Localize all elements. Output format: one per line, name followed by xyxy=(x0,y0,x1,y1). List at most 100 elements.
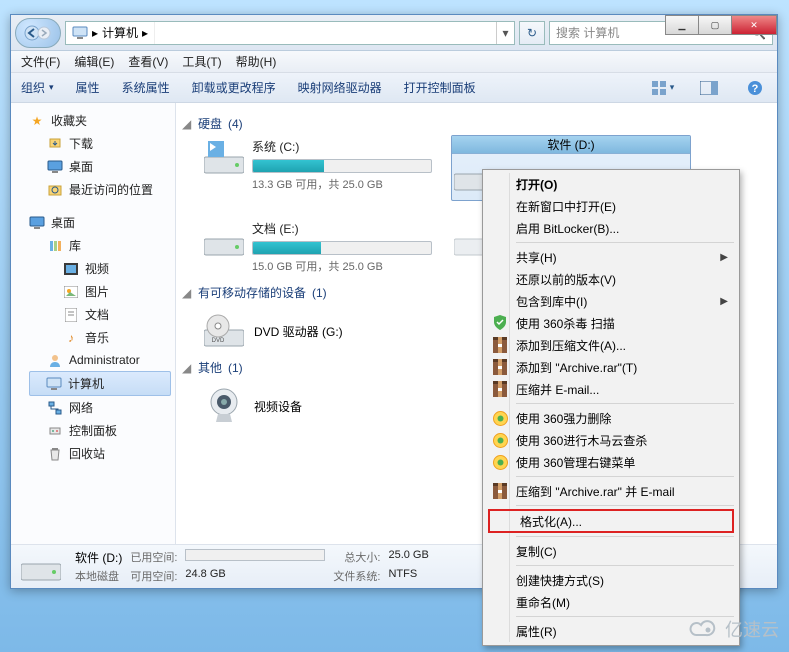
minimize-button[interactable]: ▁ xyxy=(665,15,699,35)
sidebar-pictures[interactable]: 图片 xyxy=(11,280,175,303)
ctx-label: 使用 360进行木马云查杀 xyxy=(516,432,647,449)
sidebar-libraries[interactable]: 库 xyxy=(11,234,175,257)
refresh-button[interactable]: ↻ xyxy=(519,21,545,45)
close-button[interactable]: ✕ xyxy=(731,15,777,35)
ctx-item-4[interactable]: 共享(H) ▶ xyxy=(486,246,736,268)
ctx-item-12[interactable]: 使用 360强力删除 xyxy=(486,407,736,429)
menu-tools[interactable]: 工具(T) xyxy=(182,53,221,70)
sidebar-downloads[interactable]: 下载 xyxy=(11,132,175,155)
sidebar-desktop[interactable]: 桌面 xyxy=(11,211,175,234)
preview-pane-icon[interactable] xyxy=(697,78,721,98)
ctx-item-22[interactable]: 创建快捷方式(S) xyxy=(486,569,736,591)
submenu-arrow-icon: ▶ xyxy=(720,252,728,263)
details-total-val: 25.0 GB xyxy=(388,549,428,566)
ctx-label: 格式化(A)... xyxy=(520,513,582,530)
sidebar-favorites[interactable]: ★收藏夹 xyxy=(11,109,175,132)
address-dropdown[interactable]: ▾ xyxy=(496,22,514,44)
view-mode-icon[interactable]: ▾ xyxy=(651,78,675,98)
webcam-icon xyxy=(204,386,244,426)
maximize-button[interactable]: ▢ xyxy=(698,15,732,35)
drive-c[interactable]: 系统 (C:)13.3 GB 可用，共 25.0 GB xyxy=(204,138,432,198)
ctx-item-2[interactable]: 启用 BitLocker(B)... xyxy=(486,217,736,239)
sidebar-recent[interactable]: 最近访问的位置 xyxy=(11,178,175,201)
ctx-item-9[interactable]: 添加到 "Archive.rar"(T) xyxy=(486,356,736,378)
ctx-label: 启用 BitLocker(B)... xyxy=(516,220,619,237)
tb-map-drive[interactable]: 映射网络驱动器 xyxy=(298,79,382,96)
address-chev2: ▸ xyxy=(142,26,148,40)
ctx-item-6[interactable]: 包含到库中(I)▶ xyxy=(486,290,736,312)
tb-properties[interactable]: 属性 xyxy=(76,79,100,96)
menu-file[interactable]: 文件(F) xyxy=(21,53,60,70)
address-bar[interactable]: ▸ 计算机 ▸ ▾ xyxy=(65,21,515,45)
submenu-arrow-icon: ▶ xyxy=(720,296,728,307)
ctx-item-20[interactable]: 复制(C) xyxy=(486,540,736,562)
ctx-separator xyxy=(516,476,734,477)
ctx-label: 还原以前的版本(V) xyxy=(516,271,616,288)
details-total-lbl: 总大小: xyxy=(333,549,380,566)
ctx-label: 压缩并 E-mail... xyxy=(516,381,599,398)
tb-uninstall[interactable]: 卸载或更改程序 xyxy=(192,79,276,96)
ctx-item-7[interactable]: 使用 360杀毒 扫描 xyxy=(486,312,736,334)
ctx-item-1[interactable]: 在新窗口中打开(E) xyxy=(486,195,736,217)
drive-icon xyxy=(204,220,244,260)
shield-green-icon xyxy=(491,314,509,332)
ctx-item-0[interactable]: 打开(O) xyxy=(486,173,736,195)
svg-text:?: ? xyxy=(752,83,759,95)
sidebar-control-panel[interactable]: 控制面板 xyxy=(11,419,175,442)
organize-button[interactable]: 组织▾ xyxy=(21,79,54,96)
rar-icon xyxy=(491,336,509,354)
ctx-separator xyxy=(516,505,734,506)
tb-control-panel[interactable]: 打开控制面板 xyxy=(404,79,476,96)
library-icon xyxy=(47,238,63,254)
ctx-label: 使用 360杀毒 扫描 xyxy=(516,315,615,332)
ctx-label: 压缩到 "Archive.rar" 并 E-mail xyxy=(516,483,675,500)
tb-system-properties[interactable]: 系统属性 xyxy=(122,79,170,96)
sidebar-desktop-fav[interactable]: 桌面 xyxy=(11,155,175,178)
ctx-item-13[interactable]: 使用 360进行木马云查杀 xyxy=(486,429,736,451)
sidebar-videos[interactable]: 视频 xyxy=(11,257,175,280)
cpanel-icon xyxy=(47,423,63,439)
menu-view[interactable]: 查看(V) xyxy=(128,53,168,70)
ctx-label: 打开(O) xyxy=(516,176,557,193)
address-root[interactable]: ▸ 计算机 ▸ xyxy=(66,22,155,44)
sidebar-network[interactable]: 网络 xyxy=(11,396,175,419)
context-menu: 打开(O) 在新窗口中打开(E) 启用 BitLocker(B)... 共享(H) ▶ 还… xyxy=(482,169,740,646)
details-subtitle: 本地磁盘 xyxy=(75,568,122,584)
ctx-item-5[interactable]: 还原以前的版本(V) xyxy=(486,268,736,290)
video-icon xyxy=(63,261,79,277)
ctx-label: 属性(R) xyxy=(516,623,557,640)
sidebar-music[interactable]: ♪音乐 xyxy=(11,326,175,349)
ctx-separator xyxy=(516,536,734,537)
sidebar-admin[interactable]: Administrator xyxy=(11,349,175,371)
ctx-label: 重命名(M) xyxy=(516,594,570,611)
category-hdd[interactable]: ◢硬盘 (4) xyxy=(182,115,767,132)
drive-e[interactable]: 文档 (E:)15.0 GB 可用，共 25.0 GB xyxy=(204,220,432,274)
menu-help[interactable]: 帮助(H) xyxy=(236,53,277,70)
details-fs-lbl: 文件系统: xyxy=(333,568,380,584)
nav-back-forward[interactable] xyxy=(15,18,61,48)
drive-d-label: 软件 (D:) xyxy=(452,136,690,154)
details-title: 软件 (D:) xyxy=(75,549,122,566)
ctx-item-23[interactable]: 重命名(M) xyxy=(486,591,736,613)
ctx-item-16[interactable]: 压缩到 "Archive.rar" 并 E-mail xyxy=(486,480,736,502)
details-used-bar xyxy=(185,549,325,561)
360y-icon xyxy=(491,453,509,471)
rar-icon xyxy=(491,358,509,376)
ctx-label: 共享(H) xyxy=(516,249,557,266)
ctx-label: 添加到 "Archive.rar"(T) xyxy=(516,359,637,376)
collapse-icon: ◢ xyxy=(182,361,192,375)
sidebar-computer[interactable]: 计算机 xyxy=(29,371,171,396)
ctx-item-8[interactable]: 添加到压缩文件(A)... xyxy=(486,334,736,356)
collapse-icon: ◢ xyxy=(182,117,192,131)
ctx-item-14[interactable]: 使用 360管理右键菜单 xyxy=(486,451,736,473)
user-icon xyxy=(47,352,63,368)
ctx-item-10[interactable]: 压缩并 E-mail... xyxy=(486,378,736,400)
ctx-item-18[interactable]: 格式化(A)... xyxy=(488,509,734,533)
sidebar-documents[interactable]: 文档 xyxy=(11,303,175,326)
sidebar-recycle[interactable]: 回收站 xyxy=(11,442,175,465)
menu-edit[interactable]: 编辑(E) xyxy=(74,53,114,70)
drive-large-icon xyxy=(21,549,61,585)
picture-icon xyxy=(63,284,79,300)
help-icon[interactable]: ? xyxy=(743,78,767,98)
drive-icon xyxy=(204,138,244,178)
